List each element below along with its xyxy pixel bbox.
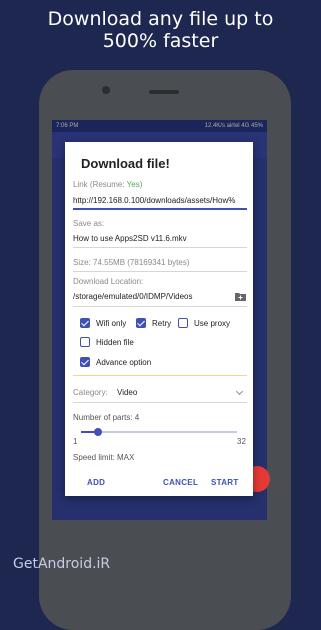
link-input-underline [73,208,247,210]
chevron-down-icon[interactable] [235,387,244,396]
advance-option-checkbox[interactable] [80,357,90,367]
resume-status: Yes [126,180,140,189]
use-proxy-label: Use proxy [194,319,231,328]
parts-slider-thumb[interactable] [94,428,102,436]
front-camera [102,86,110,94]
hidden-file-checkbox[interactable] [80,337,90,347]
parts-min-label: 1 [73,437,78,446]
link-label-close: ) [139,180,143,189]
watermark: GetAndroid.iR [13,556,111,572]
promo-headline-line-1: Download any file up to [47,8,274,30]
earpiece-speaker [149,90,179,94]
download-location-input[interactable]: /storage/emulated/0/IDMP/Videos [73,292,231,301]
parts-max-label: 32 [237,437,246,446]
retry-checkbox[interactable] [136,318,146,328]
hidden-file-label: Hidden file [96,338,134,347]
parts-slider-track[interactable] [81,431,237,433]
cancel-button[interactable]: CANCEL [163,478,198,487]
advance-divider [73,375,247,376]
speed-limit-label: Speed limit: MAX [73,453,135,462]
category-select[interactable]: Video [117,388,137,397]
add-button[interactable]: ADD [87,478,105,487]
category-underline [73,402,247,403]
link-label-text: Link (Resume: [73,180,127,189]
category-label: Category: [73,388,108,397]
link-label: Link (Resume: Yes) [73,180,142,189]
download-dialog: Download file! Link (Resume: Yes) http:/… [65,142,253,496]
folder-picker-icon[interactable] [235,292,246,301]
parts-label: Number of parts: 4 [73,413,140,422]
use-proxy-checkbox[interactable] [178,318,188,328]
wifi-only-label: Wifi only [96,319,127,328]
wifi-only-checkbox[interactable] [80,318,90,328]
save-as-label: Save as: [73,219,105,228]
save-as-underline [73,247,247,248]
promo-headline-line-2: 500% faster [102,30,219,52]
size-divider [73,271,247,272]
link-input[interactable]: http://192.168.0.100/downloads/assets/Ho… [73,196,247,205]
location-underline [73,306,247,307]
download-location-label: Download Location: [73,277,144,286]
promo-headline: Download any file up to 500% faster [0,8,321,52]
start-button[interactable]: START [211,478,239,487]
advance-option-label: Advance option [96,358,152,367]
dialog-title: Download file! [81,156,170,171]
retry-label: Retry [152,319,172,328]
file-size-text: Size: 74.55MB (78169341 bytes) [73,258,190,267]
save-as-input[interactable]: How to use Apps2SD v11.6.mkv [73,234,247,243]
